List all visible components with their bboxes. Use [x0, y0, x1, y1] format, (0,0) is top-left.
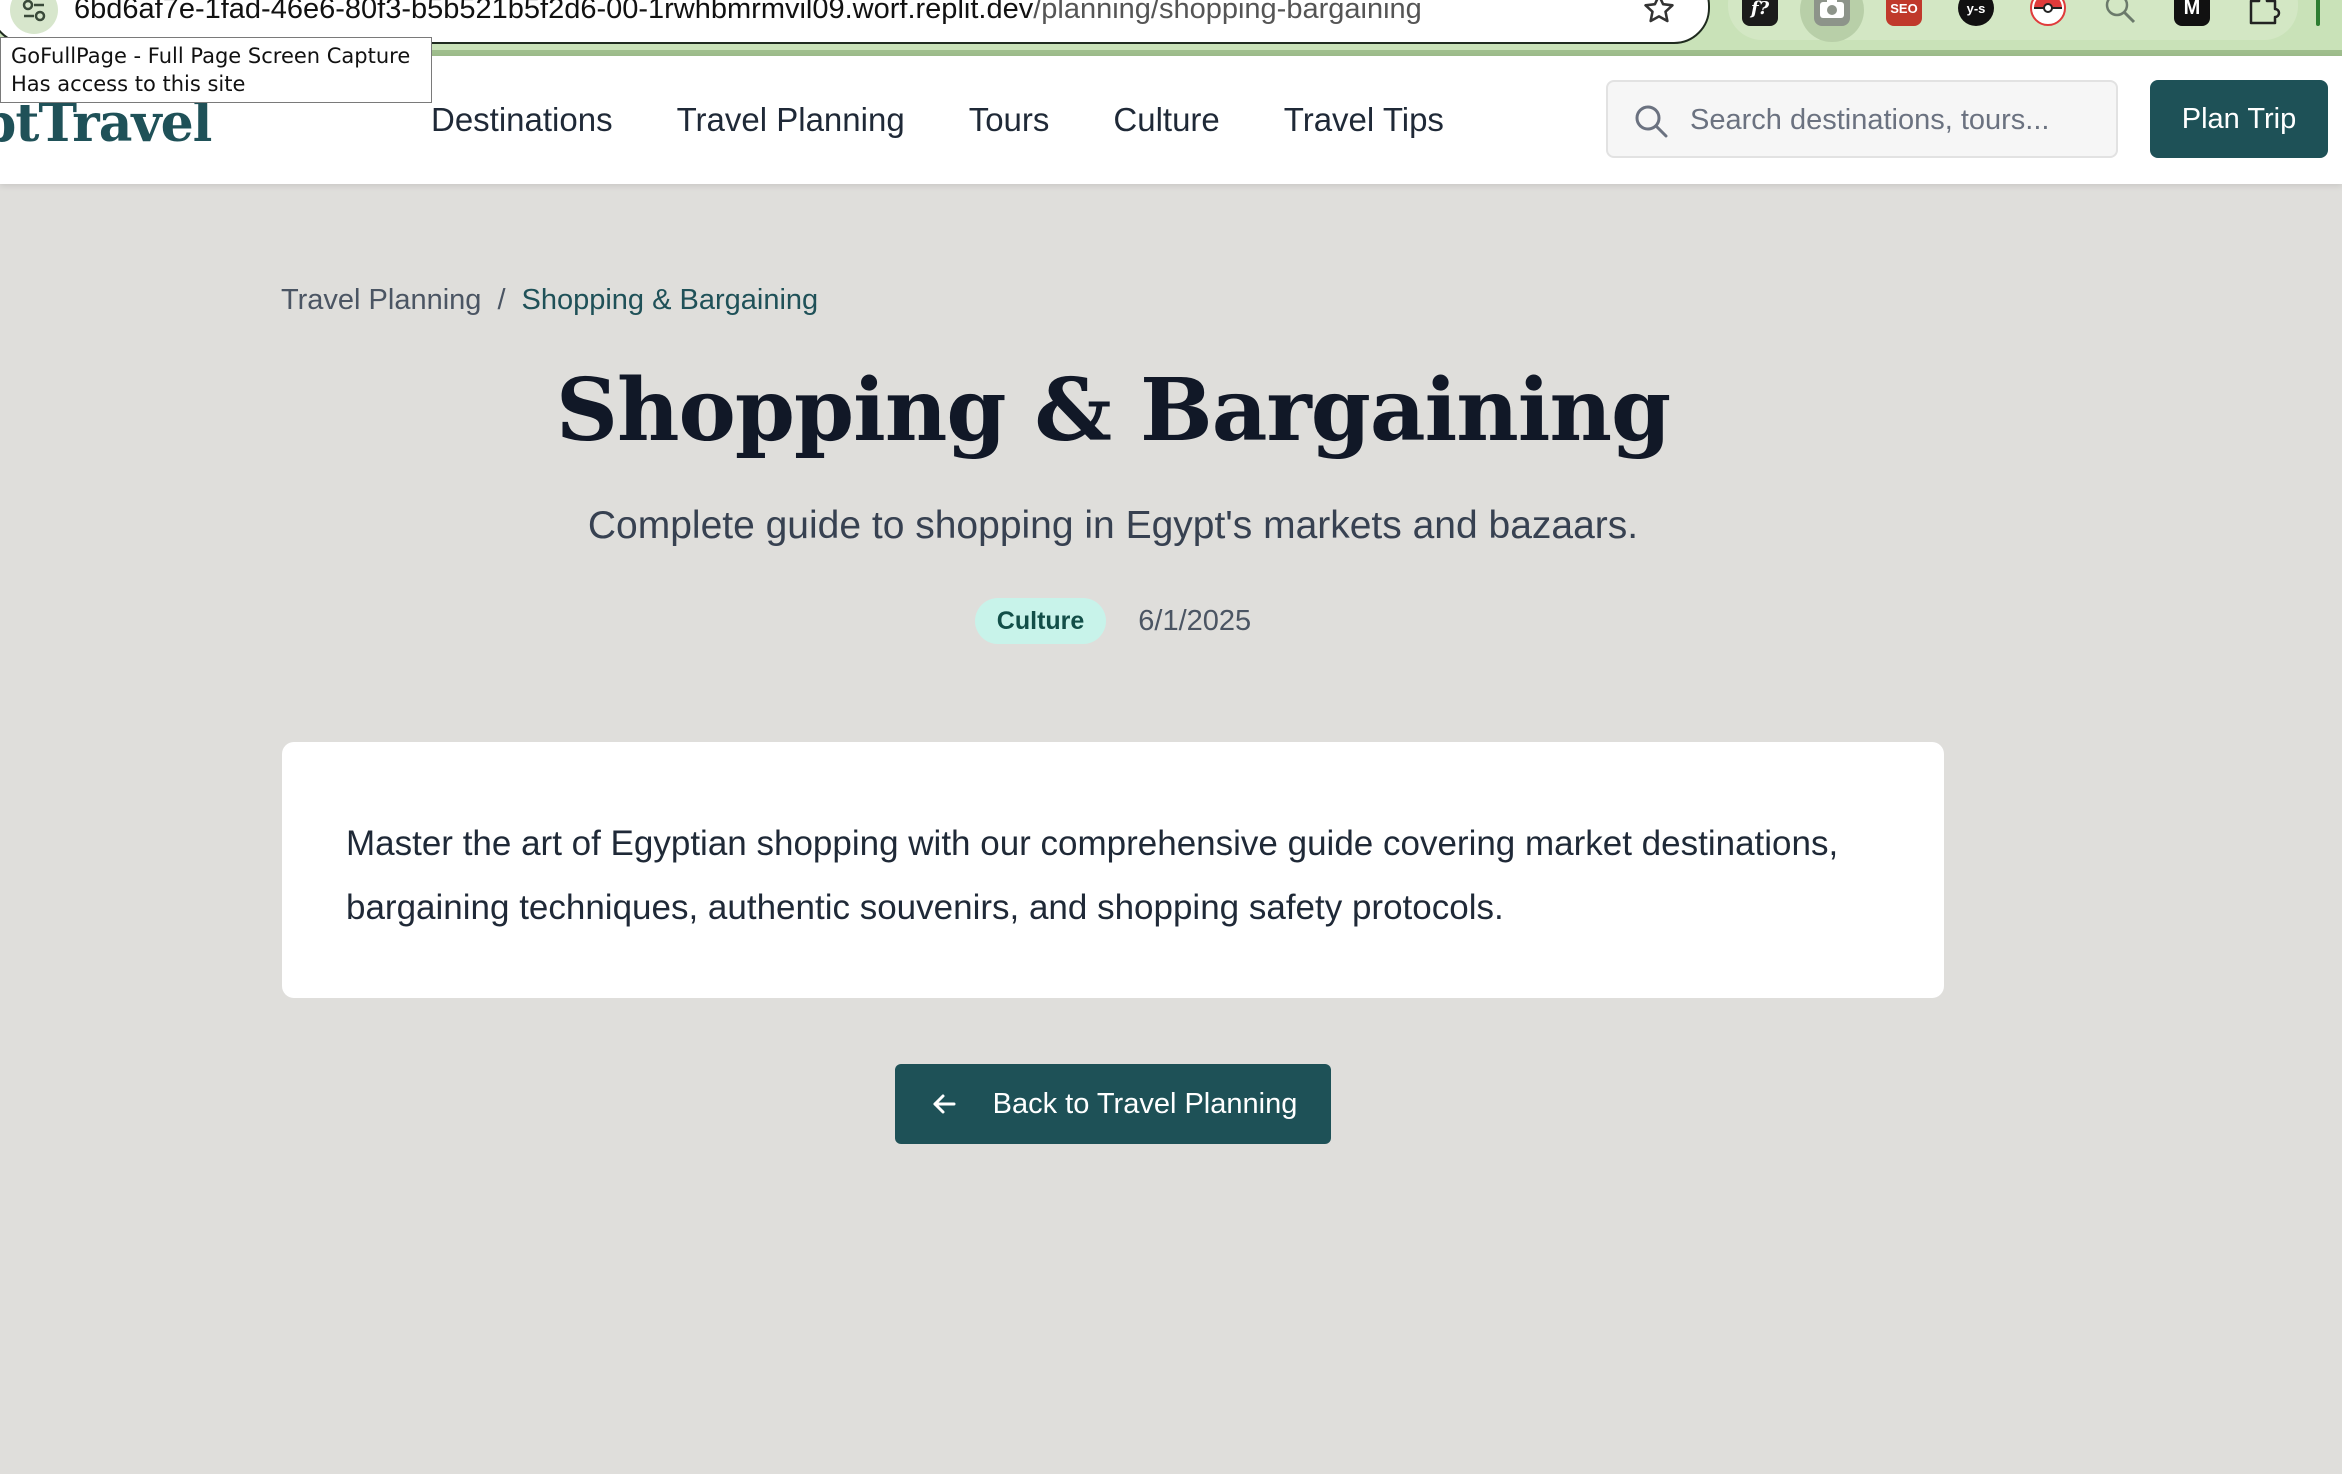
page-title: Shopping & Bargaining: [555, 360, 1671, 461]
breadcrumb: Travel Planning / Shopping & Bargaining: [281, 280, 818, 320]
arrow-left-icon: [933, 1094, 956, 1114]
url-path: /planning/shopping-bargaining: [1033, 0, 1422, 25]
article-body: Master the art of Egyptian shopping with…: [346, 824, 1839, 927]
breadcrumb-separator: /: [497, 284, 506, 316]
profile-indicator: [2316, 0, 2320, 26]
extensions-puzzle-icon[interactable]: [2246, 0, 2282, 26]
url-host: 6bd6af7e-1fad-46e6-80f3-b5b521b5f2d6-00-…: [74, 0, 1034, 25]
nav-tours[interactable]: Tours: [969, 98, 1050, 142]
extension-tooltip: GoFullPage - Full Page Screen Capture Ha…: [0, 37, 432, 103]
meta-row: Culture 6/1/2025: [0, 598, 2226, 644]
pokeball-extension-icon[interactable]: [2030, 0, 2066, 26]
magnifier-alt-icon: [2105, 0, 2136, 24]
nav-travel-tips[interactable]: Travel Tips: [1284, 98, 1444, 142]
breadcrumb-parent[interactable]: Travel Planning: [281, 284, 481, 316]
content-card: Master the art of Egyptian shopping with…: [282, 742, 1944, 998]
main-nav: Destinations Travel Planning Tours Cultu…: [431, 98, 1508, 142]
url-text[interactable]: 6bd6af7e-1fad-46e6-80f3-b5b521b5f2d6-00-…: [74, 0, 1422, 26]
search-box[interactable]: [1606, 80, 2118, 158]
tune-icon: [22, 0, 46, 22]
plan-trip-button[interactable]: Plan Trip: [2150, 80, 2328, 158]
back-button-label: Back to Travel Planning: [992, 1087, 1298, 1120]
category-tag: Culture: [974, 598, 1107, 644]
alt-text-extension-icon[interactable]: [2102, 0, 2138, 26]
back-to-travel-planning-button[interactable]: Back to Travel Planning: [895, 1064, 1331, 1144]
fonts-extension-icon[interactable]: f?: [1742, 0, 1778, 26]
page-subtitle: Complete guide to shopping in Egypt's ma…: [587, 504, 1639, 547]
camera-extension-icon[interactable]: [1814, 0, 1850, 26]
camera-icon: [1820, 0, 1844, 18]
nav-destinations[interactable]: Destinations: [431, 98, 613, 142]
nav-culture[interactable]: Culture: [1113, 98, 1219, 142]
tooltip-subtitle: Has access to this site: [11, 72, 246, 96]
tooltip-title: GoFullPage - Full Page Screen Capture: [11, 44, 411, 68]
breadcrumb-current: Shopping & Bargaining: [521, 284, 819, 316]
site-logo[interactable]: ptTravel: [0, 94, 212, 154]
publish-date: 6/1/2025: [1138, 604, 1252, 637]
puzzle-icon: [2249, 0, 2281, 25]
m-extension-icon[interactable]: M: [2174, 0, 2210, 26]
pokeball-icon: [2034, 0, 2062, 13]
search-input[interactable]: [1688, 94, 2102, 146]
nav-travel-planning[interactable]: Travel Planning: [677, 98, 905, 142]
seo-extension-icon[interactable]: SEO: [1886, 0, 1922, 26]
bookmark-star-icon[interactable]: [1642, 0, 1676, 26]
search-icon: [1635, 105, 1668, 138]
